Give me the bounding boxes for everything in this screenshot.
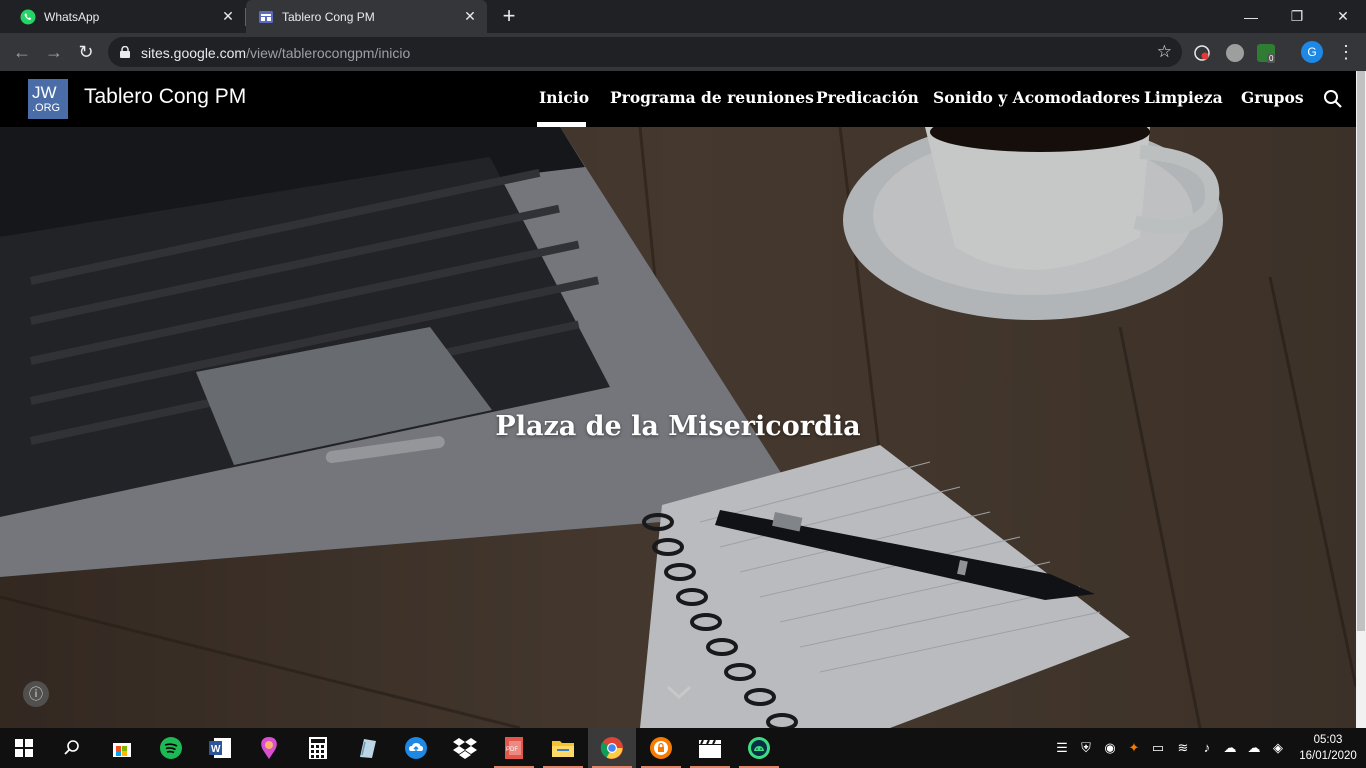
wifi-icon[interactable]: ≋ bbox=[1175, 740, 1191, 756]
file-explorer-icon[interactable] bbox=[539, 728, 587, 768]
windows-taskbar: W PDF ☰ ⛨ ◉ ✦ ▭ ≋ ♪ ☁ ☁ ◈ 05:03 16/01/20… bbox=[0, 728, 1366, 768]
hero-title: Plaza de la Misericordia bbox=[495, 411, 861, 442]
address-bar[interactable]: sites.google.com/view/tablerocongpm/inic… bbox=[108, 37, 1182, 67]
close-tab-icon[interactable]: ✕ bbox=[221, 9, 235, 23]
action-center-icon[interactable]: ☰ bbox=[1054, 740, 1070, 756]
bookmark-star-icon[interactable]: ☆ bbox=[1157, 42, 1172, 62]
info-icon[interactable]: ⓘ bbox=[23, 681, 49, 707]
network-alert-icon[interactable]: ◉ bbox=[1102, 740, 1118, 756]
menu-kebab-icon[interactable]: ⋮ bbox=[1334, 40, 1358, 64]
system-clock[interactable]: 05:03 16/01/2020 bbox=[1296, 732, 1360, 764]
nav-grupos[interactable]: Grupos bbox=[1241, 88, 1304, 107]
dropbox-icon[interactable] bbox=[441, 728, 489, 768]
cloud-upload-icon[interactable] bbox=[392, 728, 440, 768]
tab-title: WhatsApp bbox=[44, 9, 100, 24]
start-icon[interactable] bbox=[0, 728, 48, 768]
nav-predicacion[interactable]: Predicación bbox=[816, 88, 919, 107]
browser-toolbar: ← → ↻ sites.google.com/view/tablerocongp… bbox=[0, 33, 1366, 71]
restore-icon[interactable]: ❐ bbox=[1274, 0, 1320, 33]
onedrive-cloud-icon[interactable]: ☁ bbox=[1222, 740, 1238, 756]
android-studio-icon[interactable] bbox=[735, 728, 783, 768]
site-header: JW .ORG Tablero Cong PM Inicio Programa … bbox=[0, 71, 1356, 127]
vpn-lock-icon[interactable] bbox=[637, 728, 685, 768]
new-tab-icon[interactable]: + bbox=[498, 5, 520, 28]
dropbox-tray-icon[interactable]: ◈ bbox=[1270, 740, 1286, 756]
search-icon[interactable] bbox=[48, 728, 96, 768]
pdf-icon[interactable]: PDF bbox=[490, 728, 538, 768]
close-tab-icon[interactable]: ✕ bbox=[463, 9, 477, 23]
url-text: sites.google.com/view/tablerocongpm/inic… bbox=[141, 45, 411, 61]
tab-title: Tablero Cong PM bbox=[282, 9, 375, 24]
logo-text-jw: JW bbox=[32, 83, 57, 102]
hero-banner: Plaza de la Misericordia ⓘ bbox=[0, 127, 1356, 728]
clock-time: 05:03 bbox=[1313, 734, 1343, 746]
extension-badge: 0 bbox=[1267, 54, 1276, 63]
extension-shield-icon[interactable]: 0 bbox=[1257, 44, 1276, 63]
spotify-icon[interactable] bbox=[147, 728, 195, 768]
site-title[interactable]: Tablero Cong PM bbox=[84, 85, 246, 109]
close-window-icon[interactable]: ✕ bbox=[1320, 0, 1366, 33]
avast-fox-icon[interactable]: ✦ bbox=[1126, 740, 1142, 756]
whatsapp-icon bbox=[20, 9, 36, 25]
tab-tablero-cong-pm[interactable]: Tablero Cong PM ✕ bbox=[246, 0, 487, 33]
tab-strip: WhatsApp ✕ Tablero Cong PM ✕ + — ❐ ✕ bbox=[0, 0, 1366, 33]
forward-icon[interactable]: → bbox=[42, 40, 66, 64]
notes-icon[interactable] bbox=[343, 728, 391, 768]
extension-gauge-icon[interactable] bbox=[1226, 44, 1244, 62]
nav-inicio[interactable]: Inicio bbox=[539, 88, 589, 107]
clapperboard-icon[interactable] bbox=[686, 728, 734, 768]
store-icon[interactable] bbox=[98, 728, 146, 768]
word-icon[interactable]: W bbox=[196, 728, 244, 768]
jw-org-logo[interactable]: JW .ORG bbox=[28, 79, 68, 119]
page-scrollbar-thumb[interactable] bbox=[1357, 71, 1365, 631]
tab-whatsapp[interactable]: WhatsApp ✕ bbox=[0, 0, 245, 33]
paint-3d-icon[interactable] bbox=[245, 728, 293, 768]
minimize-icon[interactable]: — bbox=[1228, 0, 1274, 33]
back-icon[interactable]: ← bbox=[10, 40, 34, 64]
google-sites-icon bbox=[258, 9, 274, 25]
battery-icon[interactable]: ▭ bbox=[1150, 740, 1166, 756]
chrome-icon[interactable] bbox=[588, 728, 636, 768]
search-icon[interactable] bbox=[1322, 88, 1344, 110]
svg-text:PDF: PDF bbox=[506, 747, 518, 753]
volume-icon[interactable]: ♪ bbox=[1199, 740, 1215, 756]
nav-programa-de-reuniones[interactable]: Programa de reuniones bbox=[610, 88, 814, 107]
nav-limpieza[interactable]: Limpieza bbox=[1144, 88, 1223, 107]
logo-text-org: .ORG bbox=[32, 102, 61, 114]
svg-text:W: W bbox=[211, 744, 221, 755]
scroll-down-chevron-icon[interactable] bbox=[666, 683, 692, 701]
cloud-sync-icon[interactable]: ☁ bbox=[1246, 740, 1262, 756]
extension-wifi-icon[interactable] bbox=[1193, 44, 1211, 62]
reload-icon[interactable]: ↻ bbox=[74, 40, 98, 64]
calculator-icon[interactable] bbox=[294, 728, 342, 768]
profile-avatar[interactable]: G bbox=[1301, 41, 1323, 63]
clock-date: 16/01/2020 bbox=[1299, 750, 1357, 762]
defender-shield-icon[interactable]: ⛨ bbox=[1078, 740, 1094, 756]
nav-sonido-y-acomodadores[interactable]: Sonido y Acomodadores bbox=[933, 88, 1140, 107]
lock-icon bbox=[120, 45, 130, 58]
